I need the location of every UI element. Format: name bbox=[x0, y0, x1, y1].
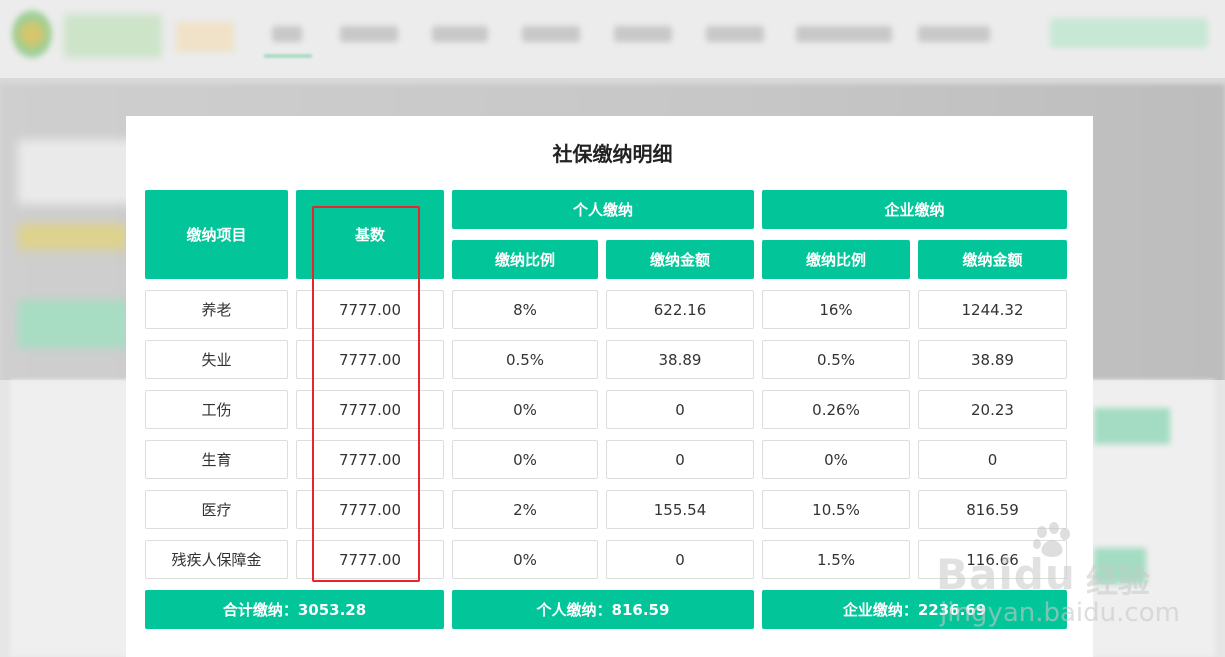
cell-company-amount: 0 bbox=[918, 440, 1067, 479]
nav-item bbox=[706, 26, 764, 42]
cell-item: 生育 bbox=[145, 440, 288, 479]
total-personal: 个人缴纳：816.59 bbox=[452, 590, 754, 629]
banner-subheading bbox=[18, 224, 128, 250]
cell-item: 工伤 bbox=[145, 390, 288, 429]
cell-company-rate: 16% bbox=[762, 290, 910, 329]
cell-personal-amount: 622.16 bbox=[606, 290, 754, 329]
cell-base: 7777.00 bbox=[296, 290, 444, 329]
nav-item bbox=[522, 26, 580, 42]
nav-active-indicator bbox=[264, 54, 312, 58]
header-item: 缴纳项目 bbox=[145, 190, 288, 279]
side-button bbox=[1094, 548, 1146, 584]
nav-item bbox=[918, 26, 990, 42]
cell-personal-rate: 0.5% bbox=[452, 340, 598, 379]
header-base: 基数 bbox=[296, 190, 444, 279]
cell-base: 7777.00 bbox=[296, 340, 444, 379]
cell-company-rate: 1.5% bbox=[762, 540, 910, 579]
cell-personal-amount: 0 bbox=[606, 390, 754, 429]
cell-company-amount: 38.89 bbox=[918, 340, 1067, 379]
city-badge bbox=[176, 22, 234, 52]
site-logo-icon bbox=[12, 10, 52, 58]
total-company: 企业缴纳：2236.69 bbox=[762, 590, 1067, 629]
cell-item: 医疗 bbox=[145, 490, 288, 529]
header-company-amount: 缴纳金额 bbox=[918, 240, 1067, 279]
header-personal: 个人缴纳 bbox=[452, 190, 754, 229]
login-button bbox=[1050, 18, 1208, 48]
cell-personal-rate: 0% bbox=[452, 390, 598, 429]
modal-title: 社保缴纳明细 bbox=[552, 142, 673, 166]
nav-item bbox=[340, 26, 398, 42]
cell-personal-rate: 8% bbox=[452, 290, 598, 329]
site-logo-text bbox=[64, 14, 162, 58]
cell-company-amount: 20.23 bbox=[918, 390, 1067, 429]
nav-item bbox=[614, 26, 672, 42]
cell-personal-rate: 2% bbox=[452, 490, 598, 529]
nav-item bbox=[432, 26, 488, 42]
cell-company-rate: 10.5% bbox=[762, 490, 910, 529]
cell-base: 7777.00 bbox=[296, 440, 444, 479]
cell-personal-rate: 0% bbox=[452, 540, 598, 579]
cell-company-amount: 816.59 bbox=[918, 490, 1067, 529]
cell-company-rate: 0.5% bbox=[762, 340, 910, 379]
header-personal-rate: 缴纳比例 bbox=[452, 240, 598, 279]
cell-item: 失业 bbox=[145, 340, 288, 379]
cell-company-rate: 0% bbox=[762, 440, 910, 479]
cell-personal-amount: 155.54 bbox=[606, 490, 754, 529]
cell-personal-amount: 0 bbox=[606, 440, 754, 479]
cell-company-amount: 116.66 bbox=[918, 540, 1067, 579]
banner-button bbox=[18, 300, 128, 348]
header-personal-amount: 缴纳金额 bbox=[606, 240, 754, 279]
cell-personal-rate: 0% bbox=[452, 440, 598, 479]
header-company: 企业缴纳 bbox=[762, 190, 1067, 229]
cell-item: 养老 bbox=[145, 290, 288, 329]
cell-base: 7777.00 bbox=[296, 490, 444, 529]
side-button bbox=[1094, 408, 1170, 444]
cell-item: 残疾人保障金 bbox=[145, 540, 288, 579]
total-all: 合计缴纳：3053.28 bbox=[145, 590, 444, 629]
cell-company-rate: 0.26% bbox=[762, 390, 910, 429]
cell-company-amount: 1244.32 bbox=[918, 290, 1067, 329]
cell-personal-amount: 0 bbox=[606, 540, 754, 579]
cell-base: 7777.00 bbox=[296, 540, 444, 579]
cell-base: 7777.00 bbox=[296, 390, 444, 429]
nav-item bbox=[272, 26, 302, 42]
header-company-rate: 缴纳比例 bbox=[762, 240, 910, 279]
nav-item bbox=[796, 26, 892, 42]
cell-personal-amount: 38.89 bbox=[606, 340, 754, 379]
